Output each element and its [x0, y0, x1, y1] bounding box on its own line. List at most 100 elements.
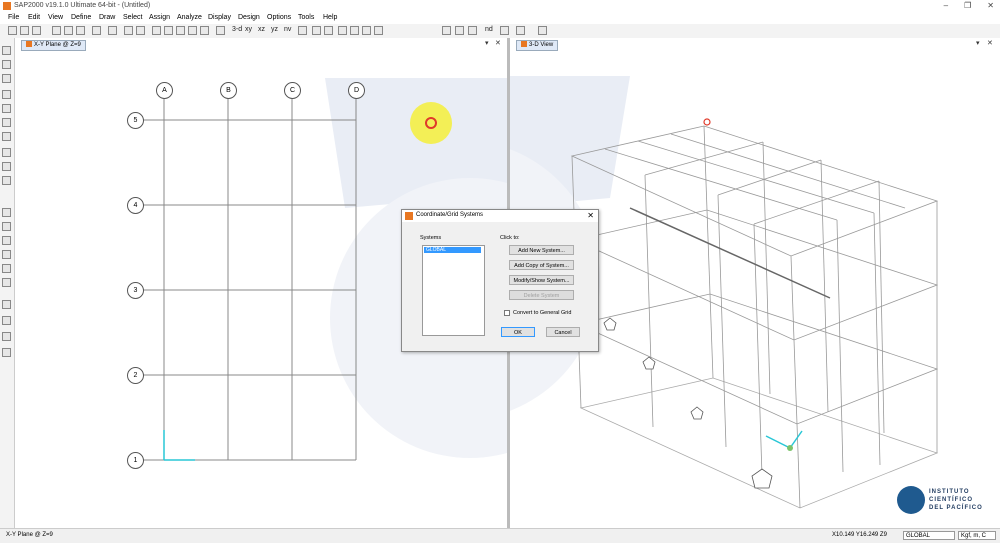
assign-release-icon[interactable]	[2, 332, 11, 341]
snap-joints-icon[interactable]	[2, 208, 11, 217]
undo-icon[interactable]	[64, 26, 73, 35]
draw-toolbar	[0, 38, 15, 528]
zoom-in-icon[interactable]	[164, 26, 173, 35]
draw-area-icon[interactable]	[2, 132, 11, 141]
logo-line1: INSTITUTO	[929, 489, 970, 495]
menu-help[interactable]: Help	[323, 14, 337, 21]
lock-icon[interactable]	[52, 26, 61, 35]
pan-icon[interactable]	[216, 26, 225, 35]
display-options-icon[interactable]	[538, 26, 547, 35]
redo-icon[interactable]	[76, 26, 85, 35]
pencil-icon[interactable]	[108, 26, 117, 35]
draw-joint-icon[interactable]	[2, 74, 11, 83]
status-bar: X-Y Plane @ Z=9 X10.149 Y16.249 Z9 GLOBA…	[0, 528, 1000, 543]
pointer-icon[interactable]	[2, 46, 11, 55]
delete-system-button[interactable]: Delete System	[509, 290, 574, 300]
menu-view[interactable]: View	[48, 14, 63, 21]
menu-tools[interactable]: Tools	[298, 14, 314, 21]
settings-icon[interactable]	[374, 26, 383, 35]
add-new-system-button[interactable]: Add New System...	[509, 245, 574, 255]
assign-load-icon[interactable]	[2, 316, 11, 325]
menu-define[interactable]: Define	[71, 14, 91, 21]
frame-draw-icon[interactable]	[442, 26, 451, 35]
grid-bubble-x: C	[284, 82, 301, 99]
menu-draw[interactable]: Draw	[99, 14, 115, 21]
open-icon[interactable]	[20, 26, 29, 35]
maximize-icon[interactable]: ❐	[964, 1, 971, 10]
menu-edit[interactable]: Edit	[28, 14, 40, 21]
view-yz-button[interactable]: yz	[271, 26, 278, 33]
convert-to-general-grid-checkbox[interactable]	[504, 310, 510, 316]
minimize-icon[interactable]: –	[944, 1, 948, 10]
menu-select[interactable]: Select	[123, 14, 142, 21]
system-item-global[interactable]: GLOBAL	[424, 247, 481, 253]
view-xy-button[interactable]: xy	[245, 26, 252, 33]
zoom-all-icon[interactable]	[188, 26, 197, 35]
grid-bubble-y: 5	[127, 112, 144, 129]
selected-joint-marker	[703, 118, 711, 126]
rotate-icon[interactable]	[298, 26, 307, 35]
close-icon[interactable]: ✕	[987, 1, 994, 10]
menu-options[interactable]: Options	[267, 14, 291, 21]
add-copy-of-system-button[interactable]: Add Copy of System...	[509, 260, 574, 270]
snap-perpendicular-icon[interactable]	[2, 250, 11, 259]
menu-design[interactable]: Design	[238, 14, 260, 21]
systems-list[interactable]: GLOBAL	[422, 245, 485, 336]
move-down-icon[interactable]	[324, 26, 333, 35]
set-display-icon[interactable]	[338, 26, 347, 35]
snap-lines-icon[interactable]	[2, 264, 11, 273]
save-icon[interactable]	[32, 26, 41, 35]
dialog-title: Coordinate/Grid Systems	[416, 212, 484, 218]
modify-show-system-button[interactable]: Modify/Show System...	[509, 275, 574, 285]
section-icon[interactable]	[455, 26, 464, 35]
snap-intersection-icon[interactable]	[2, 236, 11, 245]
cursor-highlight	[410, 102, 452, 144]
grid-bubble-y: 1	[127, 452, 144, 469]
assign-section-icon[interactable]	[2, 348, 11, 357]
reshape-icon[interactable]	[2, 60, 11, 69]
draw-link-icon[interactable]	[2, 118, 11, 127]
move-up-icon[interactable]	[312, 26, 321, 35]
x-axis-arrow	[765, 435, 791, 449]
status-view-label: X-Y Plane @ Z=9	[6, 532, 53, 538]
window-title: SAP2000 v19.1.0 Ultimate 64-bit - (Untit…	[14, 2, 151, 9]
dialog-title-bar: Coordinate/Grid Systems ✕	[402, 210, 598, 222]
ok-button[interactable]: OK	[501, 327, 535, 337]
draw-section-cut-icon[interactable]	[2, 176, 11, 185]
dialog-close-icon[interactable]: ✕	[587, 211, 594, 220]
view-nd-button[interactable]: nd	[485, 26, 493, 33]
zoom-previous-icon[interactable]	[200, 26, 209, 35]
coord-system-select[interactable]: GLOBAL	[903, 531, 955, 540]
new-model-icon[interactable]	[8, 26, 17, 35]
view-3d-button[interactable]: 3-d	[232, 26, 242, 33]
units-select[interactable]: Kgf, m, C	[958, 531, 996, 540]
view-nv-button[interactable]: nv	[284, 26, 291, 33]
cancel-button[interactable]: Cancel	[546, 327, 580, 337]
snap-midpoint-icon[interactable]	[2, 222, 11, 231]
view-xz-button[interactable]: xz	[258, 26, 265, 33]
properties-icon[interactable]	[500, 26, 509, 35]
run-analysis-icon[interactable]	[124, 26, 133, 35]
grid-bubble-y: 3	[127, 282, 144, 299]
menu-analyze[interactable]: Analyze	[177, 14, 202, 21]
lock-model-icon[interactable]	[136, 26, 145, 35]
menu-file[interactable]: File	[8, 14, 19, 21]
assign-restraint-icon[interactable]	[2, 300, 11, 309]
sap2000-dialog-icon	[405, 212, 413, 220]
function-icon[interactable]	[468, 26, 477, 35]
refresh-icon[interactable]	[92, 26, 101, 35]
draw-frame-icon[interactable]	[2, 90, 11, 99]
y-axis-arrow	[789, 430, 803, 449]
zoom-window-icon[interactable]	[152, 26, 161, 35]
menu-assign[interactable]: Assign	[149, 14, 170, 21]
grid-bubble-x: D	[348, 82, 365, 99]
draw-cable-icon[interactable]	[2, 104, 11, 113]
snap-fine-grid-icon[interactable]	[2, 278, 11, 287]
check-icon[interactable]	[362, 26, 371, 35]
draw-solid-icon[interactable]	[2, 162, 11, 171]
menu-display[interactable]: Display	[208, 14, 231, 21]
zoom-out-icon[interactable]	[176, 26, 185, 35]
show-grid-icon[interactable]	[350, 26, 359, 35]
draw-poly-area-icon[interactable]	[2, 148, 11, 157]
i-beam-icon[interactable]	[516, 26, 525, 35]
